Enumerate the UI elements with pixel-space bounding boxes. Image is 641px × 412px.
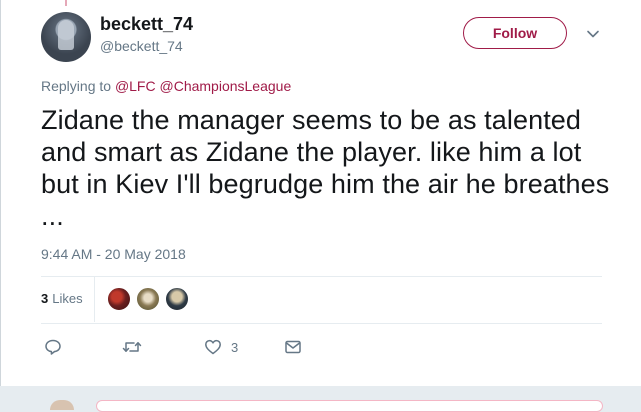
reply-icon: [45, 339, 61, 355]
retweet-icon: [122, 342, 142, 352]
stat-separator: [94, 277, 95, 322]
avatar[interactable]: [41, 12, 91, 62]
divider: [41, 276, 602, 277]
author-handle[interactable]: @beckett_74: [100, 38, 183, 54]
follow-button[interactable]: Follow: [463, 17, 567, 49]
likes-label: Likes: [52, 291, 83, 306]
reply-input[interactable]: [96, 400, 603, 412]
tweet-card: beckett_74 @beckett_74 Follow Replying t…: [0, 0, 641, 386]
direct-message-button[interactable]: [284, 337, 302, 357]
author-display-name[interactable]: beckett_74: [100, 14, 193, 35]
reply-prefix: Replying to: [41, 78, 112, 94]
avatar-figure: [58, 20, 74, 50]
chevron-down-icon[interactable]: [586, 27, 600, 41]
thread-connector: [65, 0, 67, 6]
divider: [41, 323, 602, 324]
tweet-text: Zidane the manager seems to be as talent…: [41, 105, 610, 231]
reply-context: Replying to @LFC @ChampionsLeague: [41, 78, 291, 94]
likes-stat[interactable]: 3 Likes: [41, 291, 83, 306]
liker-avatar[interactable]: [165, 287, 189, 311]
reply-avatar: [50, 400, 74, 410]
heart-icon: [205, 339, 221, 355]
tweet-timestamp[interactable]: 9:44 AM - 20 May 2018: [41, 246, 186, 262]
reply-button[interactable]: [44, 337, 62, 357]
envelope-icon: [285, 340, 301, 354]
like-count: 3: [231, 339, 239, 355]
like-button[interactable]: 3: [204, 337, 238, 357]
mention-lfc[interactable]: @LFC: [115, 78, 156, 94]
likes-count: 3: [41, 291, 49, 306]
liker-avatar[interactable]: [107, 287, 131, 311]
liker-avatar[interactable]: [136, 287, 160, 311]
retweet-button[interactable]: [122, 337, 142, 357]
mention-championsleague[interactable]: @ChampionsLeague: [160, 78, 292, 94]
